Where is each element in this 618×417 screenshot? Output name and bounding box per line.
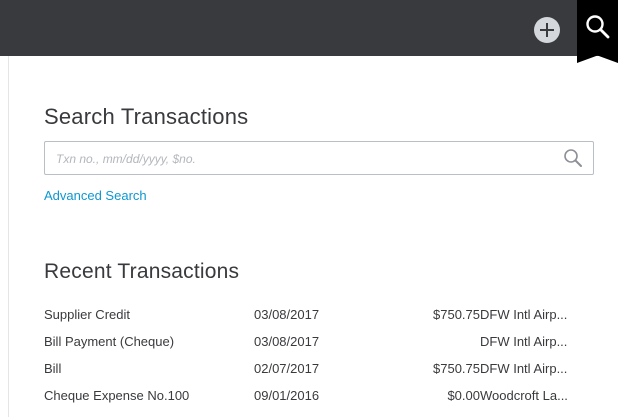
transaction-row[interactable]: Bill 02/07/2017 $750.75 DFW Intl Airp... (44, 361, 604, 385)
transaction-date: 03/08/2017 (254, 334, 320, 349)
add-new-icon[interactable] (534, 17, 560, 43)
top-bar (0, 0, 618, 56)
transaction-amount: $750.75 (433, 307, 480, 322)
transaction-row[interactable]: Supplier Credit 03/08/2017 $750.75 DFW I… (44, 307, 604, 331)
search-input[interactable] (54, 142, 558, 176)
search-icon (586, 15, 610, 39)
transaction-type: Bill Payment (Cheque) (44, 334, 175, 349)
transaction-payee: DFW Intl Airp... (480, 361, 568, 376)
transaction-type: Bill (44, 361, 62, 376)
transaction-amount: $0.00 (447, 388, 480, 403)
transaction-row[interactable]: Cheque Expense No.100 09/01/2016 $0.00 W… (44, 388, 604, 412)
transaction-date: 03/08/2017 (254, 307, 320, 322)
search-field[interactable] (44, 141, 594, 176)
transaction-row[interactable]: Bill Payment (Cheque) 03/08/2017 DFW Int… (44, 334, 604, 358)
search-tab[interactable] (577, 0, 618, 63)
transaction-amount: $750.75 (433, 361, 480, 376)
search-section-title: Search Transactions (44, 104, 249, 129)
transaction-date: 02/07/2017 (254, 361, 320, 376)
transaction-type: Supplier Credit (44, 307, 130, 322)
transaction-type: Cheque Expense No.100 (44, 388, 190, 403)
magnifier-icon[interactable] (563, 148, 583, 168)
transaction-payee: Woodcroft La... (480, 388, 568, 403)
panel-divider (8, 56, 9, 417)
recent-transactions-title: Recent Transactions (44, 260, 240, 283)
transaction-payee: DFW Intl Airp... (480, 307, 568, 322)
transaction-payee: DFW Intl Airp... (480, 334, 568, 349)
transaction-date: 09/01/2016 (254, 388, 320, 403)
advanced-search-link[interactable]: Advanced Search (44, 188, 147, 203)
